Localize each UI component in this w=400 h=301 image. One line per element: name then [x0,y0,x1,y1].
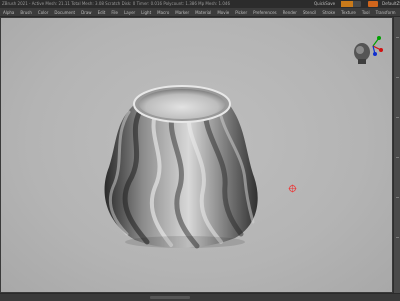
menu-item-preferences[interactable]: Preferences [250,10,280,15]
menu-item-texture[interactable]: Texture [338,10,359,15]
menu-item-light[interactable]: Light [138,10,154,15]
crosshair-cursor-icon [288,184,297,193]
menu-item-color[interactable]: Color [35,10,51,15]
menu-item-material[interactable]: Material [192,10,214,15]
right-shelf[interactable] [393,17,400,293]
menu-item-stencil[interactable]: Stencil [300,10,320,15]
main-menu-bar: Alpha Brush Color Document Draw Edit File Layer… [0,8,400,17]
window-title: ZBrush 2021 - Active Mesh: 21.11 Total M… [2,1,231,6]
menu-item-movie[interactable]: Movie [214,10,232,15]
quicksave-button[interactable]: QuickSave [314,0,335,8]
menu-item-macro[interactable]: Macro [154,10,172,15]
menu-item-file[interactable]: File [108,10,121,15]
menu-item-document[interactable]: Document [51,10,78,15]
menu-item-edit[interactable]: Edit [95,10,109,15]
menu-item-stroke[interactable]: Stroke [319,10,338,15]
layout-selector[interactable]: DefaultZScript [382,0,400,8]
menu-item-picker[interactable]: Picker [232,10,250,15]
navigation-gizmo-icon[interactable] [345,32,385,68]
menu-item-draw[interactable]: Draw [78,10,94,15]
menu-item-layer[interactable]: Layer [121,10,138,15]
menu-item-alpha[interactable]: Alpha [0,10,17,15]
sculpted-vase-mesh[interactable] [95,82,265,250]
progress-indicator [341,1,361,7]
menu-item-brush[interactable]: Brush [17,10,35,15]
menus-button[interactable] [368,1,378,7]
menu-item-transform[interactable]: Transform [373,10,399,15]
menu-item-render[interactable]: Render [280,10,300,15]
title-bar: ZBrush 2021 - Active Mesh: 21.11 Total M… [0,0,400,8]
timeline-slider[interactable] [150,296,190,299]
menu-item-marker[interactable]: Marker [172,10,192,15]
menu-item-tool[interactable]: Tool [359,10,373,15]
